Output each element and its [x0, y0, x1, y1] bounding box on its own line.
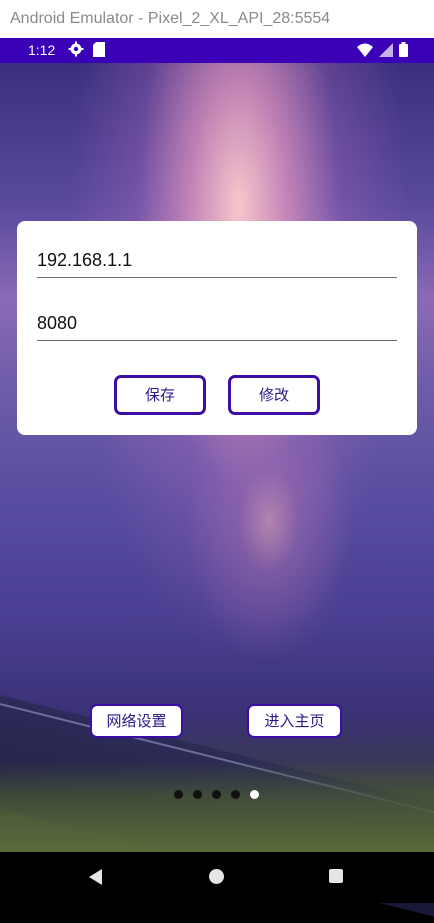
page-dot[interactable]	[212, 790, 221, 799]
port-input[interactable]: 8080	[37, 308, 397, 341]
page-dot[interactable]	[193, 790, 202, 799]
emulator-title: Android Emulator - Pixel_2_XL_API_28:555…	[10, 10, 331, 27]
gear-icon	[68, 41, 84, 60]
ip-address-input[interactable]: 192.168.1.1	[37, 245, 397, 278]
page-dot[interactable]	[174, 790, 183, 799]
page-dot-active[interactable]	[250, 790, 259, 799]
wifi-icon	[357, 43, 373, 60]
edit-button[interactable]: 修改	[228, 375, 320, 415]
signal-icon	[379, 42, 393, 60]
status-bar: 1:12	[0, 38, 434, 63]
back-icon[interactable]	[89, 869, 102, 885]
server-settings-card: 192.168.1.1 8080 保存 修改	[17, 221, 417, 435]
status-right-icons	[357, 42, 408, 60]
recent-apps-icon[interactable]	[329, 869, 343, 883]
status-time: 1:12	[28, 42, 56, 58]
emulator-title-bar: Android Emulator - Pixel_2_XL_API_28:555…	[0, 0, 434, 38]
sd-card-icon	[93, 42, 105, 60]
page-indicator	[174, 790, 259, 799]
background-grass	[0, 760, 434, 852]
page-dot[interactable]	[231, 790, 240, 799]
enter-home-button[interactable]: 进入主页	[247, 704, 342, 738]
home-icon[interactable]	[209, 869, 224, 884]
battery-icon	[399, 42, 408, 60]
network-settings-button[interactable]: 网络设置	[90, 704, 183, 738]
navigation-bar	[0, 852, 434, 903]
save-button[interactable]: 保存	[114, 375, 206, 415]
